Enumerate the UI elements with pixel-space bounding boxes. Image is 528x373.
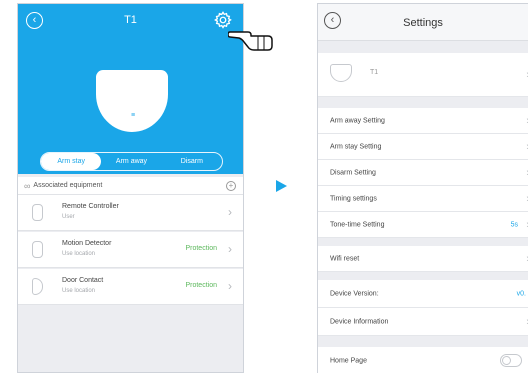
device-version-value: v0. [516, 290, 526, 297]
device-row-remote-controller[interactable]: Remote Controller User › [18, 195, 243, 231]
remote-controller-icon [32, 204, 43, 221]
device-status: Protection [185, 245, 217, 252]
device-information-row[interactable]: Device Information › [318, 308, 528, 336]
home-page-row: Home Page [318, 347, 528, 373]
device-information-label: Device Information [330, 318, 389, 325]
device-indicator-icon: ≡ [131, 112, 136, 119]
mode-arm-stay[interactable]: Arm stay [41, 153, 102, 170]
device-row-door-contact[interactable]: Door Contact Use location Protection › [18, 269, 243, 305]
device-row-motion-detector[interactable]: Motion Detector Use location Protection … [18, 232, 243, 268]
device-subtitle: User [62, 214, 75, 220]
right-arrow-icon [276, 180, 287, 192]
mode-selector: Arm stay Arm away Disarm [40, 152, 223, 171]
device-version-label: Device Version: [330, 290, 379, 297]
setting-label: Arm stay Setting [330, 143, 382, 150]
device-name: Door Contact [62, 277, 104, 284]
link-icon: ∞ [24, 180, 31, 191]
wifi-reset-row[interactable]: Wifi reset › [318, 246, 528, 272]
home-page-toggle[interactable] [500, 354, 522, 367]
mode-arm-away[interactable]: Arm away [101, 153, 161, 170]
device-icon [330, 64, 352, 82]
settings-header: ‹ Settings [318, 4, 528, 41]
chevron-right-icon: › [228, 279, 232, 293]
device-screen: ‹ T1 ≡ Arm stay Arm away Disarm ∞ Associ… [17, 3, 244, 373]
associated-equipment-label: Associated equipment [33, 182, 103, 189]
setting-label: Disarm Setting [330, 169, 376, 176]
setting-arm-stay[interactable]: Arm stay Setting › [318, 134, 528, 160]
motion-detector-icon [32, 241, 43, 258]
setting-timing[interactable]: Timing settings › [318, 186, 528, 212]
setting-tone-time[interactable]: Tone-time Setting 5s › [318, 212, 528, 238]
device-status: Protection [185, 282, 217, 289]
settings-screen: ‹ Settings T1 › Arm away Setting › Arm s… [317, 3, 528, 373]
device-subtitle: Use location [62, 288, 96, 294]
mode-disarm[interactable]: Disarm [162, 153, 222, 170]
toggle-knob [502, 356, 511, 365]
add-circle-icon[interactable]: + [226, 181, 236, 191]
setting-label: Arm away Setting [330, 117, 385, 124]
page-title: Settings [403, 17, 443, 29]
device-name: Remote Controller [62, 203, 119, 210]
device-subtitle: Use location [62, 251, 96, 257]
pointing-hand-icon [228, 31, 273, 51]
chevron-right-icon: › [228, 242, 232, 256]
associated-equipment-header: ∞ Associated equipment + [18, 177, 243, 195]
device-header: ‹ T1 ≡ Arm stay Arm away Disarm [18, 4, 243, 174]
page-title: T1 [124, 14, 137, 26]
device-name: Motion Detector [62, 240, 112, 247]
home-page-label: Home Page [330, 357, 367, 364]
device-info-row[interactable]: T1 › [318, 53, 528, 97]
tone-time-value: 5s [510, 221, 518, 228]
chevron-right-icon: › [228, 205, 232, 219]
setting-disarm[interactable]: Disarm Setting › [318, 160, 528, 186]
device-version-row: Device Version: v0. [318, 280, 528, 308]
device-name: T1 [370, 69, 379, 76]
setting-label: Timing settings [330, 195, 377, 202]
device-image [96, 70, 168, 132]
door-contact-icon [32, 278, 43, 295]
setting-label: Tone-time Setting [330, 221, 385, 228]
wifi-reset-label: Wifi reset [330, 255, 360, 262]
setting-arm-away[interactable]: Arm away Setting › [318, 108, 528, 134]
